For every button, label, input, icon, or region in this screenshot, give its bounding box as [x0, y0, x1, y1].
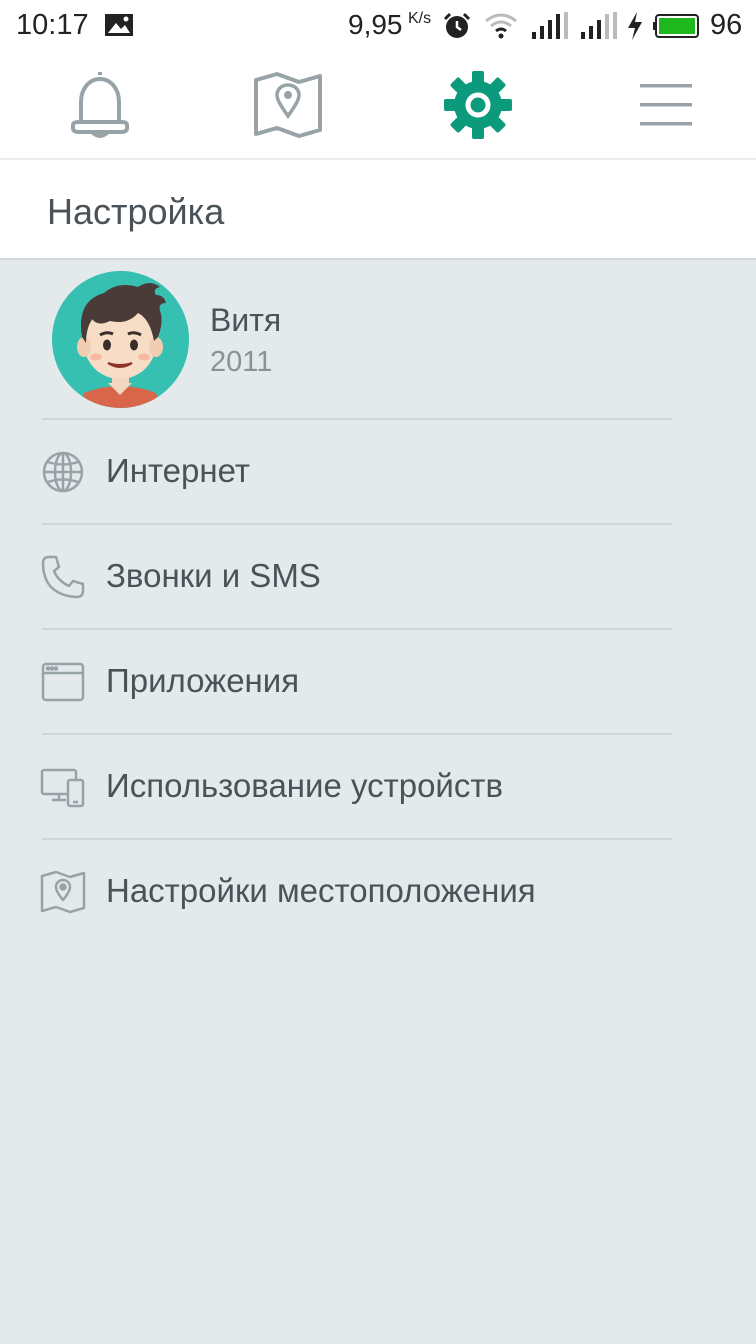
menu-item-label: Использование устройств — [106, 767, 503, 804]
nav-menu-button[interactable] — [616, 52, 716, 158]
menu-item-label: Звонки и SMS — [106, 557, 321, 594]
page-header: Настройка — [0, 160, 756, 260]
hamburger-menu-icon — [639, 80, 693, 130]
wifi-icon — [484, 12, 518, 40]
app-window-icon — [40, 659, 86, 705]
menu-item-device-usage[interactable]: Использование устройств — [0, 735, 756, 838]
menu-item-label: Настройки местоположения — [106, 872, 536, 909]
menu-item-applications[interactable]: Приложения — [0, 630, 756, 733]
alarm-icon — [443, 12, 471, 40]
child-profile[interactable]: Витя 2011 — [0, 262, 756, 418]
top-navigation — [0, 52, 756, 160]
menu-item-location-settings[interactable]: Настройки местоположения — [0, 840, 756, 943]
phone-icon — [40, 554, 86, 600]
signal-icon — [530, 12, 570, 40]
image-icon — [104, 13, 134, 37]
globe-icon — [40, 449, 86, 495]
charging-icon — [626, 11, 644, 41]
avatar — [52, 271, 189, 408]
signal-icon — [579, 12, 619, 40]
menu-item-label: Интернет — [106, 452, 250, 489]
location-map-icon — [40, 869, 86, 915]
net-speed-unit: K/s — [408, 10, 432, 27]
profile-name: Витя — [210, 302, 282, 338]
menu-item-internet[interactable]: Интернет — [0, 420, 756, 523]
nav-settings-button[interactable] — [428, 52, 528, 158]
status-bar: 10:17 9,95 K/s 96 — [0, 0, 756, 52]
battery-level: 96 — [710, 9, 743, 41]
devices-icon — [40, 764, 86, 810]
map-pin-icon — [253, 70, 323, 140]
page-title: Настройка — [47, 191, 225, 232]
net-speed: 9,95 — [348, 9, 403, 40]
status-time: 10:17 — [16, 9, 89, 41]
bell-icon — [69, 70, 131, 140]
gear-icon — [443, 70, 513, 140]
nav-map-button[interactable] — [238, 52, 338, 158]
menu-item-label: Приложения — [106, 662, 300, 699]
nav-notifications-button[interactable] — [50, 52, 150, 158]
battery-icon — [653, 13, 701, 39]
menu-item-calls-sms[interactable]: Звонки и SMS — [0, 525, 756, 628]
profile-birth-year: 2011 — [210, 346, 273, 378]
